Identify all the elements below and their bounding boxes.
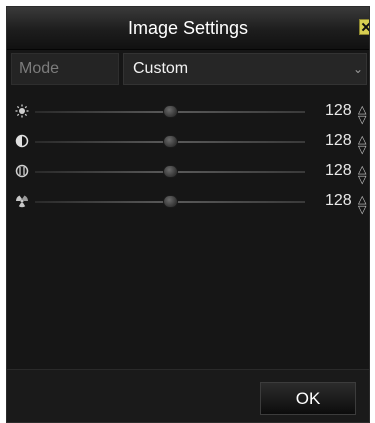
brightness-icon bbox=[15, 104, 29, 118]
mode-value: Custom bbox=[133, 60, 189, 77]
close-icon[interactable] bbox=[359, 19, 369, 35]
mode-select[interactable]: Custom ⌄ bbox=[123, 53, 367, 85]
contrast-spin-icon[interactable]: △ ▽ bbox=[358, 135, 366, 156]
contrast-icon bbox=[15, 134, 29, 148]
hue-value[interactable]: 128 bbox=[325, 192, 352, 210]
saturation-slider-thumb[interactable] bbox=[162, 165, 178, 178]
brightness-slider-thumb[interactable] bbox=[162, 105, 178, 118]
saturation-spin-icon[interactable]: △ ▽ bbox=[358, 165, 366, 186]
hue-icon bbox=[15, 195, 29, 208]
saturation-row: 128 △ ▽ bbox=[15, 157, 366, 187]
chevron-down-icon: ⌄ bbox=[352, 62, 363, 76]
mode-label: Mode bbox=[11, 53, 119, 85]
brightness-row: 128 △ ▽ bbox=[15, 97, 366, 127]
hue-row: 128 △ ▽ bbox=[15, 187, 366, 217]
mode-row: Mode Custom ⌄ bbox=[11, 53, 367, 85]
saturation-icon bbox=[15, 164, 29, 178]
contrast-row: 128 △ ▽ bbox=[15, 127, 366, 157]
hue-slider-thumb[interactable] bbox=[162, 195, 178, 208]
hue-spin-icon[interactable]: △ ▽ bbox=[358, 195, 366, 216]
title-bar: Image Settings bbox=[7, 7, 369, 50]
image-settings-dialog: Image Settings Mode Custom ⌄ 128 △ ▽ 128… bbox=[6, 6, 370, 423]
contrast-slider-thumb[interactable] bbox=[162, 135, 178, 148]
brightness-value[interactable]: 128 bbox=[325, 102, 352, 120]
saturation-value[interactable]: 128 bbox=[325, 162, 352, 180]
dialog-footer: OK bbox=[7, 369, 369, 422]
ok-button[interactable]: OK bbox=[260, 382, 356, 415]
dialog-title: Image Settings bbox=[127, 18, 249, 38]
contrast-value[interactable]: 128 bbox=[325, 132, 352, 150]
brightness-spin-icon[interactable]: △ ▽ bbox=[358, 105, 366, 126]
